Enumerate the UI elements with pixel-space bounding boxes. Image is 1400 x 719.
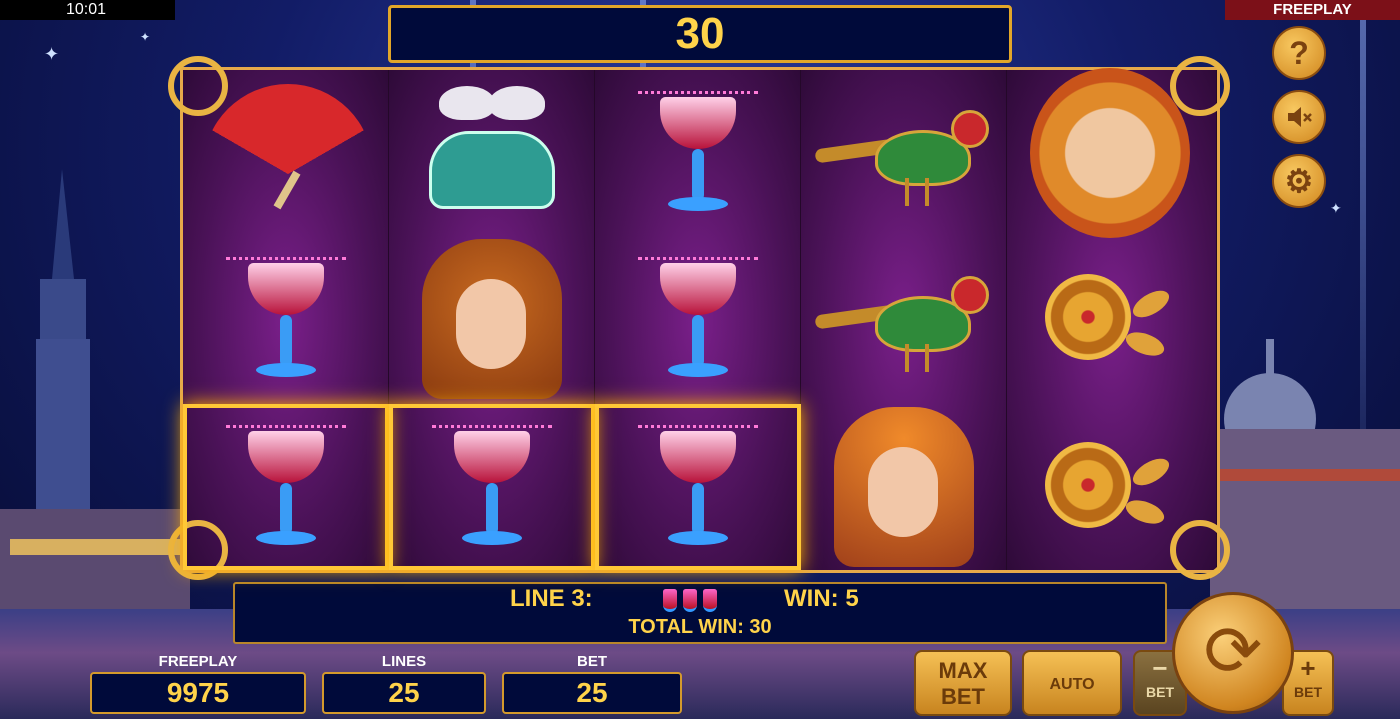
reel-cell-lady-flower bbox=[801, 404, 1007, 570]
dove-icon bbox=[489, 86, 545, 120]
goblet-symbol-icon bbox=[226, 249, 346, 389]
reel-frame bbox=[180, 67, 1220, 573]
speaker-muted-icon bbox=[1288, 107, 1312, 127]
reel-cell-bird bbox=[801, 236, 1007, 402]
reel-cell-cup bbox=[595, 236, 801, 402]
reel-cell-bird bbox=[801, 70, 1007, 236]
max-bet-line2: BET bbox=[941, 684, 985, 709]
venetian-mask-symbol-icon bbox=[1030, 68, 1190, 238]
reel-cell-cup bbox=[183, 236, 389, 402]
settings-button[interactable]: ⚙ bbox=[1272, 154, 1326, 208]
star-icon: ✦ bbox=[44, 44, 60, 64]
bell-tower-silhouette bbox=[0, 169, 190, 659]
max-bet-button[interactable]: MAX BET bbox=[914, 650, 1012, 716]
auto-label: AUTO bbox=[1049, 676, 1095, 693]
reel-cell-jewel-box bbox=[389, 70, 595, 236]
bird-symbol-icon bbox=[814, 100, 995, 210]
goblet-symbol-icon bbox=[638, 83, 758, 223]
win-amount-display: 30 bbox=[388, 5, 1012, 63]
redhead-lady-symbol-icon bbox=[422, 239, 562, 399]
goblet-symbol-icon bbox=[638, 417, 758, 557]
reel-cell-cup-winning bbox=[389, 404, 595, 570]
spin-button[interactable]: ⟳ bbox=[1172, 592, 1294, 714]
golden-rose-symbol-icon bbox=[1035, 432, 1185, 542]
goblet-mini-icon bbox=[703, 589, 717, 612]
star-icon: ✦ bbox=[140, 30, 151, 44]
lines-label: LINES bbox=[381, 653, 427, 670]
reel-cell-cup-winning bbox=[183, 404, 389, 570]
spin-arrows-icon: ⟳ bbox=[1203, 612, 1263, 690]
jewel-box-symbol-icon bbox=[429, 130, 555, 209]
flower-crown-lady-symbol-icon bbox=[834, 407, 974, 567]
freeplay-label: FREEPLAY bbox=[158, 653, 238, 670]
gear-icon: ⚙ bbox=[1284, 163, 1314, 199]
reel-cell-lady bbox=[389, 236, 595, 402]
frame-ornament bbox=[1170, 56, 1230, 116]
reel-3 bbox=[595, 70, 801, 570]
sound-toggle-button[interactable] bbox=[1272, 90, 1326, 144]
goblet-symbol-icon bbox=[226, 417, 346, 557]
goblet-symbol-icon bbox=[638, 249, 758, 389]
fan-tassel bbox=[273, 170, 301, 210]
star-icon: ✦ bbox=[1330, 200, 1342, 216]
golden-rose-symbol-icon bbox=[1035, 264, 1185, 374]
dove-icon bbox=[439, 86, 495, 120]
max-bet-line1: MAX bbox=[938, 658, 988, 683]
autoplay-button[interactable]: AUTO bbox=[1022, 650, 1122, 716]
bet-minus-label: BET bbox=[1146, 684, 1174, 700]
bet-plus-label: BET bbox=[1294, 684, 1322, 700]
reel-4 bbox=[801, 70, 1007, 570]
reel-2 bbox=[389, 70, 595, 570]
reel-cell-rose bbox=[1007, 236, 1213, 402]
bet-value: 25 bbox=[502, 672, 682, 714]
mode-badge: FREEPLAY bbox=[1225, 0, 1400, 20]
fan-symbol-icon bbox=[203, 84, 373, 174]
reel-cell-cup-winning bbox=[595, 404, 801, 570]
goblet-symbol-icon bbox=[432, 417, 552, 557]
reel-1 bbox=[183, 70, 389, 570]
freeplay-balance: 9975 bbox=[90, 672, 306, 714]
bet-label: BET bbox=[577, 653, 607, 670]
frame-ornament bbox=[1170, 520, 1230, 580]
reel-5 bbox=[1007, 68, 1217, 570]
goblet-mini-icon bbox=[663, 589, 677, 612]
goblet-mini-icon bbox=[683, 589, 697, 612]
line-win-label: WIN: 5 bbox=[784, 585, 859, 612]
lines-value: 25 bbox=[322, 672, 486, 714]
win-line-label: LINE 3: bbox=[510, 585, 593, 612]
help-button[interactable]: ? bbox=[1272, 26, 1326, 80]
frame-ornament bbox=[168, 56, 228, 116]
win-line-symbols bbox=[663, 589, 717, 612]
clock: 10:01 bbox=[0, 0, 175, 20]
reel-cell-cup bbox=[595, 70, 801, 236]
bird-symbol-icon bbox=[814, 266, 995, 376]
